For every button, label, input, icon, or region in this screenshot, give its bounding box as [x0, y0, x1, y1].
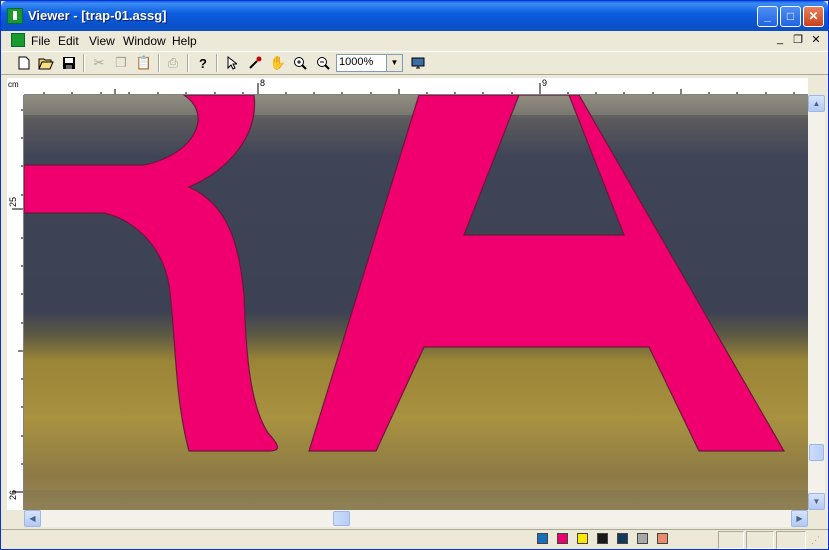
zoom-in-icon[interactable] [291, 54, 309, 72]
horizontal-scrollbar[interactable]: ◀ ▶ [24, 510, 808, 527]
eyedropper-icon[interactable] [246, 54, 264, 72]
print-icon[interactable]: ⎙ [164, 54, 182, 72]
document-canvas[interactable] [24, 95, 808, 510]
resize-grip[interactable]: ⋰ [811, 535, 823, 547]
mdi-restore-button[interactable]: ❐ [791, 33, 805, 47]
menu-help[interactable]: Help [172, 34, 197, 48]
scroll-up-button[interactable]: ▲ [808, 95, 825, 112]
scroll-left-button[interactable]: ◀ [24, 510, 41, 527]
menu-window[interactable]: Window [123, 34, 166, 48]
color-swatch-blue[interactable] [537, 533, 548, 544]
document-icon[interactable] [11, 33, 25, 47]
menu-view[interactable]: View [89, 34, 115, 48]
color-swatch-magenta[interactable] [557, 533, 568, 544]
new-icon[interactable] [15, 54, 33, 72]
canvas-image [24, 95, 808, 510]
color-swatch-gray[interactable] [637, 533, 648, 544]
status-pane-2 [746, 531, 774, 549]
status-pane-3 [776, 531, 806, 549]
monitor-icon[interactable] [409, 54, 427, 72]
title-bar[interactable]: Viewer - [trap-01.assg] _ □ ✕ [1, 1, 828, 31]
vertical-ruler: 25 26 [7, 95, 24, 510]
paste-icon[interactable]: 📋 [135, 54, 153, 72]
app-icon[interactable] [7, 8, 23, 24]
status-pane-1 [718, 531, 744, 549]
horizontal-ruler: 8 9 [24, 78, 808, 95]
copy-icon[interactable]: ❐ [112, 54, 130, 72]
ruler-corner: cm [7, 78, 24, 95]
status-bar [1, 529, 828, 549]
scroll-right-button[interactable]: ▶ [791, 510, 808, 527]
window-title: Viewer - [trap-01.assg] [28, 8, 167, 23]
mdi-close-button[interactable]: ✕ [809, 33, 823, 47]
vertical-scroll-thumb[interactable] [809, 444, 824, 461]
zoom-dropdown[interactable]: 1000% ▼ [336, 54, 403, 72]
close-button[interactable]: ✕ [803, 6, 824, 27]
vertical-scrollbar[interactable]: ▲ ▼ [808, 95, 825, 510]
minimize-button[interactable]: _ [757, 6, 778, 27]
menu-edit[interactable]: Edit [58, 34, 79, 48]
open-icon[interactable] [37, 54, 55, 72]
zoom-value: 1000% [339, 56, 374, 68]
cut-icon[interactable]: ✂ [90, 54, 108, 72]
save-icon[interactable] [60, 54, 78, 72]
hand-icon[interactable]: ✋ [269, 54, 287, 72]
menu-file[interactable]: File [31, 34, 50, 48]
color-swatch-navy[interactable] [617, 533, 628, 544]
help-icon[interactable]: ? [194, 54, 212, 72]
ruler-label-9: 9 [542, 78, 548, 88]
zoom-out-icon[interactable] [314, 54, 332, 72]
ruler-label-26: 26 [8, 489, 18, 500]
color-swatch-black[interactable] [597, 533, 608, 544]
viewer-window: Viewer - [trap-01.assg] _ □ ✕ File Edit … [0, 0, 829, 550]
pointer-icon[interactable] [223, 54, 241, 72]
maximize-button[interactable]: □ [780, 6, 801, 27]
ruler-label-25: 25 [8, 196, 18, 207]
color-swatch-yellow[interactable] [577, 533, 588, 544]
chevron-down-icon[interactable]: ▼ [386, 55, 402, 71]
ruler-label-8: 8 [260, 78, 266, 88]
scroll-down-button[interactable]: ▼ [808, 493, 825, 510]
color-swatch-salmon[interactable] [657, 533, 668, 544]
horizontal-scroll-thumb[interactable] [333, 511, 350, 526]
ruler-unit: cm [8, 80, 19, 89]
mdi-minimize-button[interactable]: _ [773, 33, 787, 47]
